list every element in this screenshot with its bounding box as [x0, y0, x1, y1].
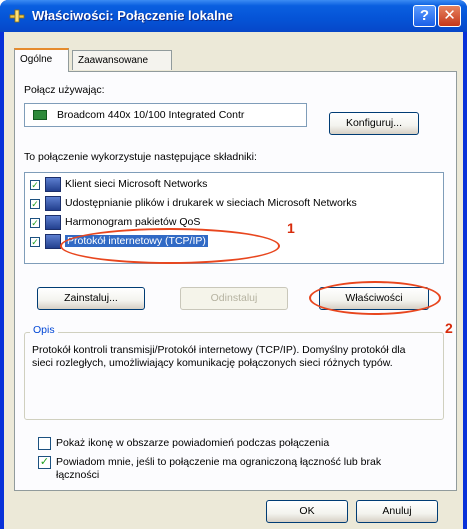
cancel-button[interactable]: Anuluj: [356, 500, 438, 523]
annotation-ellipse-2: [309, 281, 441, 315]
component-label: Udostępnianie plików i drukarek w siecia…: [65, 197, 357, 209]
list-item[interactable]: ✓ Harmonogram pakietów QoS: [27, 214, 441, 232]
notify-checkbox[interactable]: ✓: [38, 456, 51, 469]
network-component-icon: [45, 215, 61, 230]
component-checkbox[interactable]: ✓: [30, 180, 40, 190]
dialog-client-area: Ogólne Zaawansowane Połącz używając: Bro…: [4, 32, 463, 529]
component-checkbox[interactable]: ✓: [30, 237, 40, 247]
tab-general[interactable]: Ogólne: [14, 48, 69, 72]
connect-using-label: Połącz używając:: [24, 84, 105, 96]
list-item[interactable]: ✓ Klient sieci Microsoft Networks: [27, 176, 441, 194]
annotation-marker-2: 2: [445, 320, 453, 336]
adapter-name: Broadcom 440x 10/100 Integrated Contr: [57, 109, 245, 121]
description-title: Opis: [30, 324, 58, 336]
component-label: Klient sieci Microsoft Networks: [65, 178, 208, 190]
network-component-icon: [45, 177, 61, 192]
show-icon-checkbox[interactable]: [38, 437, 51, 450]
network-component-icon: [45, 196, 61, 211]
network-connection-icon: [8, 7, 26, 25]
adapter-field: Broadcom 440x 10/100 Integrated Contr: [24, 103, 307, 127]
list-item[interactable]: ✓ Udostępnianie plików i drukarek w siec…: [27, 195, 441, 213]
annotation-marker-1: 1: [287, 220, 295, 236]
ok-button[interactable]: OK: [266, 500, 348, 523]
annotation-ellipse-1: [60, 228, 280, 264]
show-icon-label: Pokaż ikonę w obszarze powiadomień podcz…: [56, 437, 330, 449]
tab-advanced[interactable]: Zaawansowane: [72, 50, 172, 70]
help-button[interactable]: ?: [413, 5, 436, 27]
configure-button[interactable]: Konfiguruj...: [329, 112, 419, 135]
component-checkbox[interactable]: ✓: [30, 218, 40, 228]
network-component-icon: [45, 234, 61, 249]
close-button[interactable]: ✕: [438, 5, 461, 27]
network-adapter-icon: [33, 110, 47, 120]
title-bar[interactable]: Właściwości: Połączenie lokalne ? ✕: [0, 0, 467, 32]
component-label: Harmonogram pakietów QoS: [65, 216, 201, 228]
components-label: To połączenie wykorzystuje następujące s…: [24, 151, 257, 163]
component-checkbox[interactable]: ✓: [30, 199, 40, 209]
uninstall-button[interactable]: Odinstaluj: [180, 287, 288, 310]
dialog-window: Właściwości: Połączenie lokalne ? ✕ Ogól…: [0, 0, 467, 529]
notify-label: Powiadom mnie, jeśli to połączenie ma og…: [56, 456, 382, 481]
install-button[interactable]: Zainstaluj...: [37, 287, 145, 310]
window-title: Właściwości: Połączenie lokalne: [32, 8, 233, 23]
description-text: Protokół kontroli transmisji/Protokół in…: [32, 344, 406, 369]
